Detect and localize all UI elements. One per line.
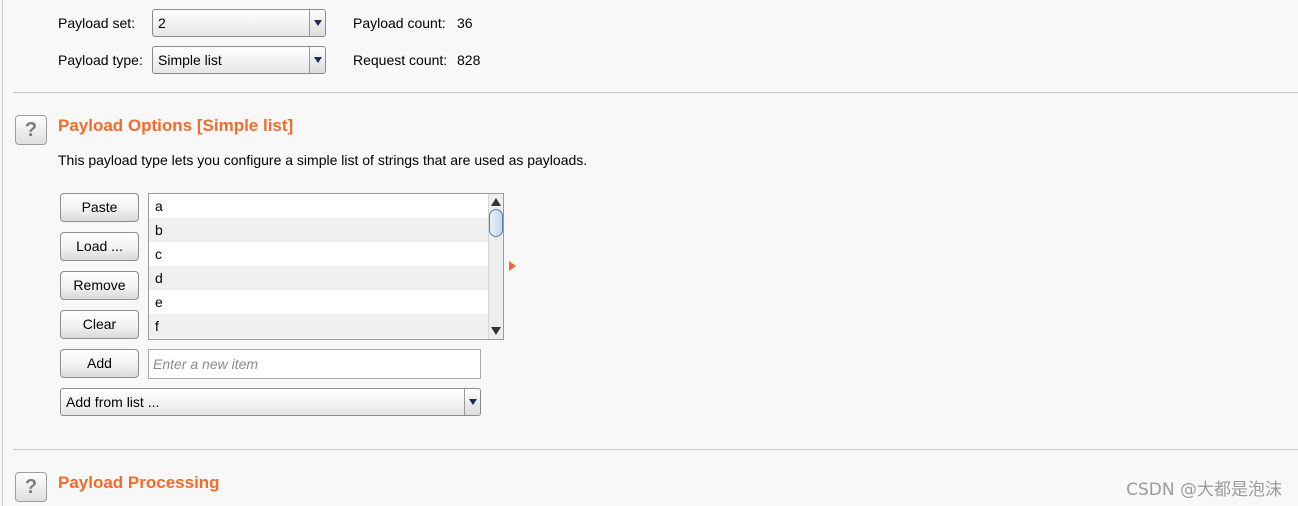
payload-list[interactable]: a b c d e f xyxy=(148,193,504,340)
list-item[interactable]: f xyxy=(149,314,488,338)
list-scrollbar[interactable] xyxy=(488,194,503,339)
scroll-thumb[interactable] xyxy=(489,209,503,237)
load-button[interactable]: Load ... xyxy=(60,232,139,261)
list-item[interactable]: d xyxy=(149,266,488,290)
divider xyxy=(13,449,1298,450)
chevron-down-icon[interactable] xyxy=(464,389,480,415)
expand-arrow-icon[interactable] xyxy=(509,261,516,271)
section-description: This payload type lets you configure a s… xyxy=(58,152,588,168)
add-button[interactable]: Add xyxy=(60,349,139,378)
list-item[interactable]: e xyxy=(149,290,488,314)
paste-button[interactable]: Paste xyxy=(60,193,139,222)
payload-type-label: Payload type: xyxy=(58,52,143,68)
help-icon[interactable]: ? xyxy=(15,115,47,145)
payload-set-value: 2 xyxy=(158,15,166,31)
add-from-list-label: Add from list ... xyxy=(66,394,160,410)
section-title-payload-options: Payload Options [Simple list] xyxy=(58,116,294,135)
payload-count-value: 36 xyxy=(457,15,473,31)
section-title-payload-processing: Payload Processing xyxy=(58,473,220,492)
add-from-list-select[interactable]: Add from list ... xyxy=(60,388,481,416)
remove-button[interactable]: Remove xyxy=(60,271,139,300)
request-count-label: Request count: xyxy=(353,52,448,68)
watermark: CSDN @大都是泡沫 xyxy=(1126,480,1282,500)
list-item[interactable]: c xyxy=(149,242,488,266)
chevron-down-icon[interactable] xyxy=(309,47,325,73)
request-count-value: 828 xyxy=(457,52,481,68)
list-item[interactable]: a xyxy=(149,194,488,218)
payload-set-label: Payload set: xyxy=(58,15,136,31)
payload-set-select[interactable]: 2 xyxy=(152,9,326,37)
payload-count-label: Payload count: xyxy=(353,15,446,31)
new-item-input[interactable] xyxy=(148,349,481,379)
help-icon[interactable]: ? xyxy=(15,472,47,502)
chevron-down-icon[interactable] xyxy=(309,10,325,36)
clear-button[interactable]: Clear xyxy=(60,310,139,339)
left-border xyxy=(2,0,3,506)
divider xyxy=(13,92,1298,93)
payload-type-value: Simple list xyxy=(158,52,222,68)
list-item[interactable]: b xyxy=(149,218,488,242)
scroll-down-arrow-icon[interactable] xyxy=(491,327,501,335)
payload-type-select[interactable]: Simple list xyxy=(152,46,326,74)
scroll-up-arrow-icon[interactable] xyxy=(491,198,501,206)
